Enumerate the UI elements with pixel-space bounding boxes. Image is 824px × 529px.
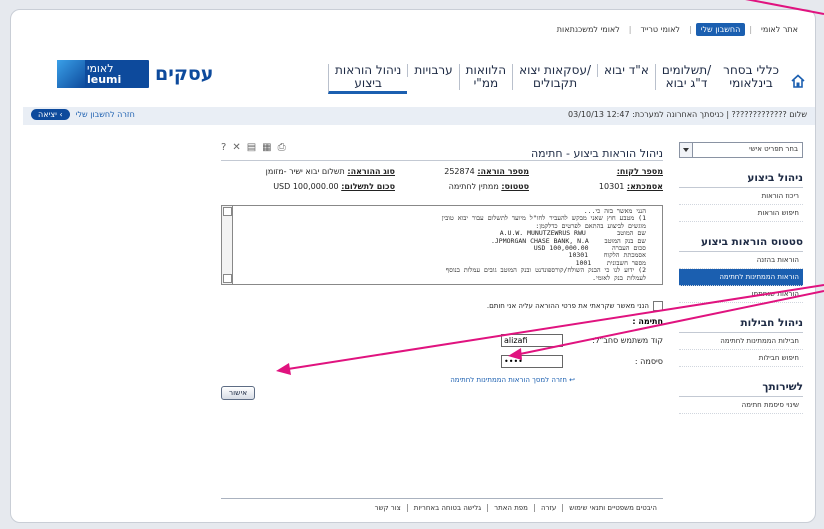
- sidebar-item-search[interactable]: חיפוש הוראות: [679, 205, 803, 222]
- username-row: קוד משתמש סחב"ל:: [221, 334, 663, 347]
- sidebar-heading-execution: ניהול ביצוע: [679, 172, 803, 188]
- instruction-text: הנני מאשר בזה כי... 1) מטבע חוץ שאני מבק…: [441, 207, 646, 282]
- home-icon[interactable]: [791, 74, 805, 88]
- footer-link-legal[interactable]: היבטים משפטיים ותנאי שימוש: [562, 504, 663, 512]
- confirm-label: הנני מאשר שקראתי את פרטי ההוראה עליה אני…: [486, 302, 649, 310]
- footer-link-help[interactable]: עזרה: [533, 504, 562, 512]
- browser-window: אתר לאומי | החשבון שלי | לאומי טרייד | ל…: [10, 9, 816, 523]
- scroll-up-icon[interactable]: [223, 207, 232, 216]
- nav-item-loans[interactable]: הלוואות ממ"י: [458, 64, 512, 90]
- sidebar-item-summary[interactable]: ריכוז הוראות: [679, 188, 803, 205]
- scroll-down-icon[interactable]: [223, 274, 232, 283]
- password-label: סיסמה :: [634, 357, 663, 366]
- nav-item-import-payments[interactable]: תשלומים/ ד"ג יבוא: [654, 64, 717, 90]
- instruction-type: תשלום יבוא ישיר -מזומן: [265, 167, 345, 176]
- top-link-leumi-site[interactable]: אתר לאומי: [756, 23, 803, 36]
- back-to-account-link[interactable]: חזרה לחשבון שלי: [76, 110, 135, 119]
- text-scrollbar[interactable]: [222, 206, 233, 284]
- top-link-leumi-trade[interactable]: לאומי טרייד: [635, 23, 685, 36]
- brand: לאומי leumi עסקים: [57, 60, 213, 88]
- chevron-down-icon[interactable]: [680, 143, 693, 157]
- confirm-row: הנני מאשר שקראתי את פרטי ההוראה עליה אני…: [221, 301, 663, 311]
- sidebar-item-signed[interactable]: הוראות שנחתמו: [679, 286, 803, 303]
- nav-item-export-deals[interactable]: עסקאות יצוא/ תקבולים: [512, 64, 597, 90]
- status-bar: שלום ????????????? | כניסתך האחרונה למער…: [23, 107, 815, 125]
- leumi-logo[interactable]: לאומי leumi: [57, 60, 149, 88]
- back-to-awaiting-link[interactable]: ↩ חזרה למסך הוראות הממתינות לחתימה: [221, 376, 575, 384]
- print-icon[interactable]: ⎙: [278, 142, 286, 153]
- logo-stripe: [57, 60, 85, 88]
- main-content: ניהול הוראות ביצוע - חתימה ? ✕ ▤ ▦ ⎙ מספ…: [221, 142, 663, 400]
- sidebar-item-awaiting-signature[interactable]: הוראות הממתינות לחתימה: [679, 269, 803, 286]
- sidebar-heading-status: סטטוס הוראות ביצוע: [679, 236, 803, 252]
- nav-item-international-trade[interactable]: כללי בסחר בינלאומי: [717, 64, 785, 90]
- nav-item-guarantees[interactable]: ערבויות: [407, 64, 458, 77]
- sidebar-item-packages-search[interactable]: חיפוש חבילות: [679, 350, 803, 367]
- save-icon[interactable]: ▤: [247, 142, 256, 153]
- greeting-text: שלום ????????????? | כניסתך האחרונה למער…: [568, 110, 807, 119]
- reference-number: 10301: [598, 182, 625, 191]
- sidebar-item-packages-awaiting[interactable]: חבילות הממתינות לחתימה: [679, 333, 803, 350]
- sidebar-heading-packages: ניהול חבילות: [679, 317, 803, 333]
- details-row-2: אסמכתא: 10301 סטטוס: ממתין לחתימה סכום ל…: [273, 182, 663, 191]
- nav-item-import-lc[interactable]: א"ד יבוא: [597, 64, 655, 77]
- nav-item-execution-management[interactable]: ניהול הוראות ביצוע: [328, 64, 408, 94]
- footer-link-safe-browsing[interactable]: גלישה בטוחה באחריות: [406, 504, 487, 512]
- details-row-1: מספר לקוח: מספר הוראה: 252874 סוג ההוראה…: [265, 167, 663, 176]
- footer-link-sitemap[interactable]: מפת האתר: [487, 504, 534, 512]
- sidebar-heading-service: לשירותך: [679, 381, 803, 397]
- username-label: קוד משתמש סחב"ל:: [592, 336, 663, 345]
- exit-button[interactable]: יציאה ‹: [31, 109, 70, 120]
- personal-menu-select[interactable]: בחר תפריט אישי: [679, 142, 803, 158]
- sidebar-item-in-entry[interactable]: הוראות בהזנה: [679, 252, 803, 269]
- top-link-mortgages[interactable]: לאומי למשכנתאות: [552, 23, 625, 36]
- username-input[interactable]: [501, 334, 563, 347]
- password-input[interactable]: [501, 355, 563, 368]
- toolbar: ? ✕ ▤ ▦ ⎙: [221, 142, 286, 153]
- payment-amount: USD 100,000.00: [273, 182, 339, 191]
- help-icon[interactable]: ?: [221, 142, 226, 153]
- instruction-number: 252874: [444, 167, 475, 176]
- sidebar-item-change-password[interactable]: שינוי סיסמת חתימה: [679, 397, 803, 414]
- instruction-status: ממתין לחתימה: [448, 182, 499, 191]
- footer-link-contact[interactable]: צור קשר: [369, 504, 407, 512]
- confirm-checkbox[interactable]: [653, 301, 663, 311]
- title-divider: [221, 160, 663, 161]
- brand-business-title: עסקים: [155, 63, 214, 85]
- top-link-my-account[interactable]: החשבון שלי: [695, 23, 746, 36]
- main-navigation: כללי בסחר בינלאומי תשלומים/ ד"ג יבוא א"ד…: [11, 58, 815, 104]
- instruction-text-area[interactable]: הנני מאשר בזה כי... 1) מטבע חוץ שאני מבק…: [221, 205, 663, 285]
- calculator-icon[interactable]: ▦: [262, 142, 271, 153]
- password-row: סיסמה :: [221, 355, 663, 368]
- footer: היבטים משפטיים ותנאי שימוש עזרה מפת האתר…: [221, 498, 663, 512]
- page-title: ניהול הוראות ביצוע - חתימה: [531, 147, 663, 160]
- sidebar: בחר תפריט אישי ניהול ביצוע ריכוז הוראות …: [679, 142, 803, 414]
- close-icon[interactable]: ✕: [232, 142, 240, 153]
- signature-heading: חתימה :: [632, 317, 663, 326]
- top-links-bar: אתר לאומי | החשבון שלי | לאומי טרייד | ל…: [552, 23, 803, 36]
- confirm-button[interactable]: אישור: [221, 386, 255, 400]
